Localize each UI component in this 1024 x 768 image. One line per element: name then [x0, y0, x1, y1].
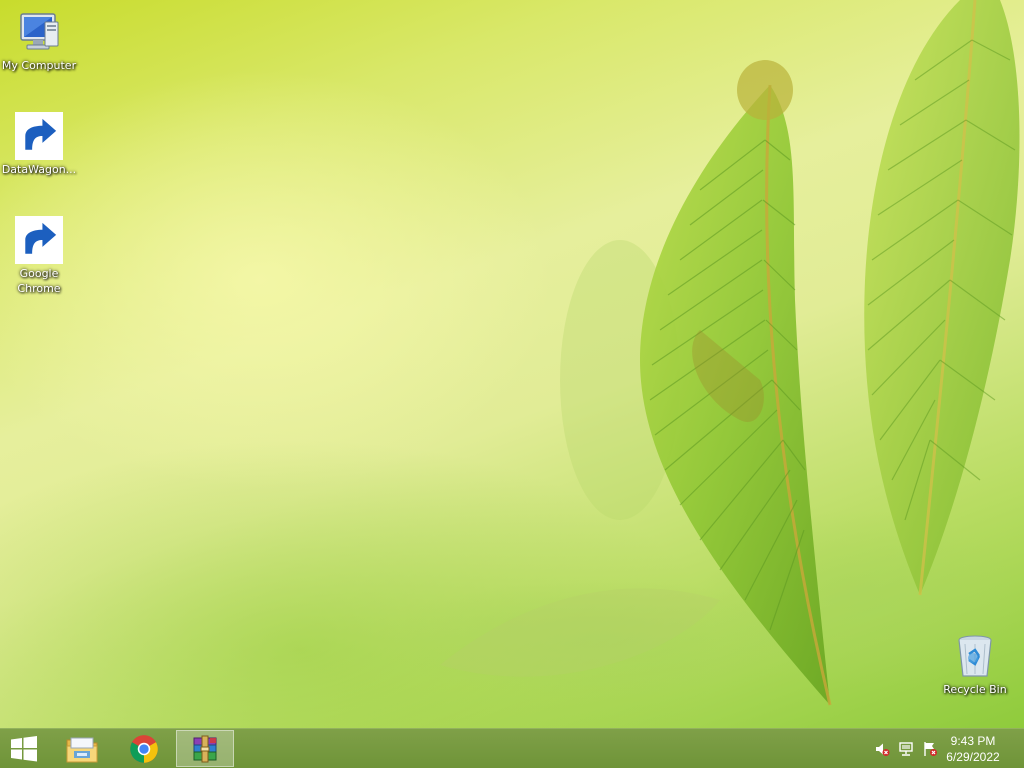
desktop-icon-label: Google Chrome [17, 267, 61, 295]
desktop[interactable]: My Computer DataWagon... Google Chrome R… [0, 0, 1024, 728]
clock-date: 6/29/2022 [946, 750, 1000, 764]
desktop-icon-datawagon[interactable]: DataWagon... [1, 112, 77, 177]
tray-clock[interactable]: 9:43 PM 6/29/2022 [938, 733, 1008, 765]
shortcut-arrow-icon [15, 112, 63, 160]
desktop-icon-google-chrome[interactable]: Google Chrome [1, 216, 77, 296]
taskbar-chrome-button[interactable] [116, 730, 172, 767]
chrome-icon [15, 216, 63, 264]
desktop-icon-label: My Computer [1, 59, 77, 72]
taskbar-file-explorer-button[interactable] [54, 730, 110, 767]
start-button[interactable] [0, 730, 48, 767]
action-center-icon[interactable] [922, 741, 938, 757]
wallpaper-image [380, 0, 1020, 706]
desktop-icon-label: Recycle Bin [943, 683, 1007, 696]
winrar-icon [193, 735, 217, 762]
file-explorer-icon [66, 737, 98, 762]
desktop-icon-my-computer[interactable]: My Computer [1, 8, 77, 73]
desktop-icon-label: DataWagon... [1, 163, 77, 176]
taskbar-winrar-button[interactable] [176, 730, 234, 767]
windows-logo-icon [11, 735, 37, 761]
desktop-icon-recycle-bin[interactable]: Recycle Bin [937, 632, 1013, 697]
chrome-icon [130, 734, 158, 763]
taskbar: 9:43 PM 6/29/2022 [0, 728, 1024, 768]
recycle-bin-icon [951, 632, 999, 680]
my-computer-icon [15, 8, 63, 56]
datawagon-icon [15, 112, 63, 160]
volume-muted-icon[interactable] [874, 741, 890, 757]
shortcut-arrow-icon [15, 216, 63, 264]
network-icon[interactable] [898, 741, 914, 757]
clock-time: 9:43 PM [950, 734, 996, 748]
